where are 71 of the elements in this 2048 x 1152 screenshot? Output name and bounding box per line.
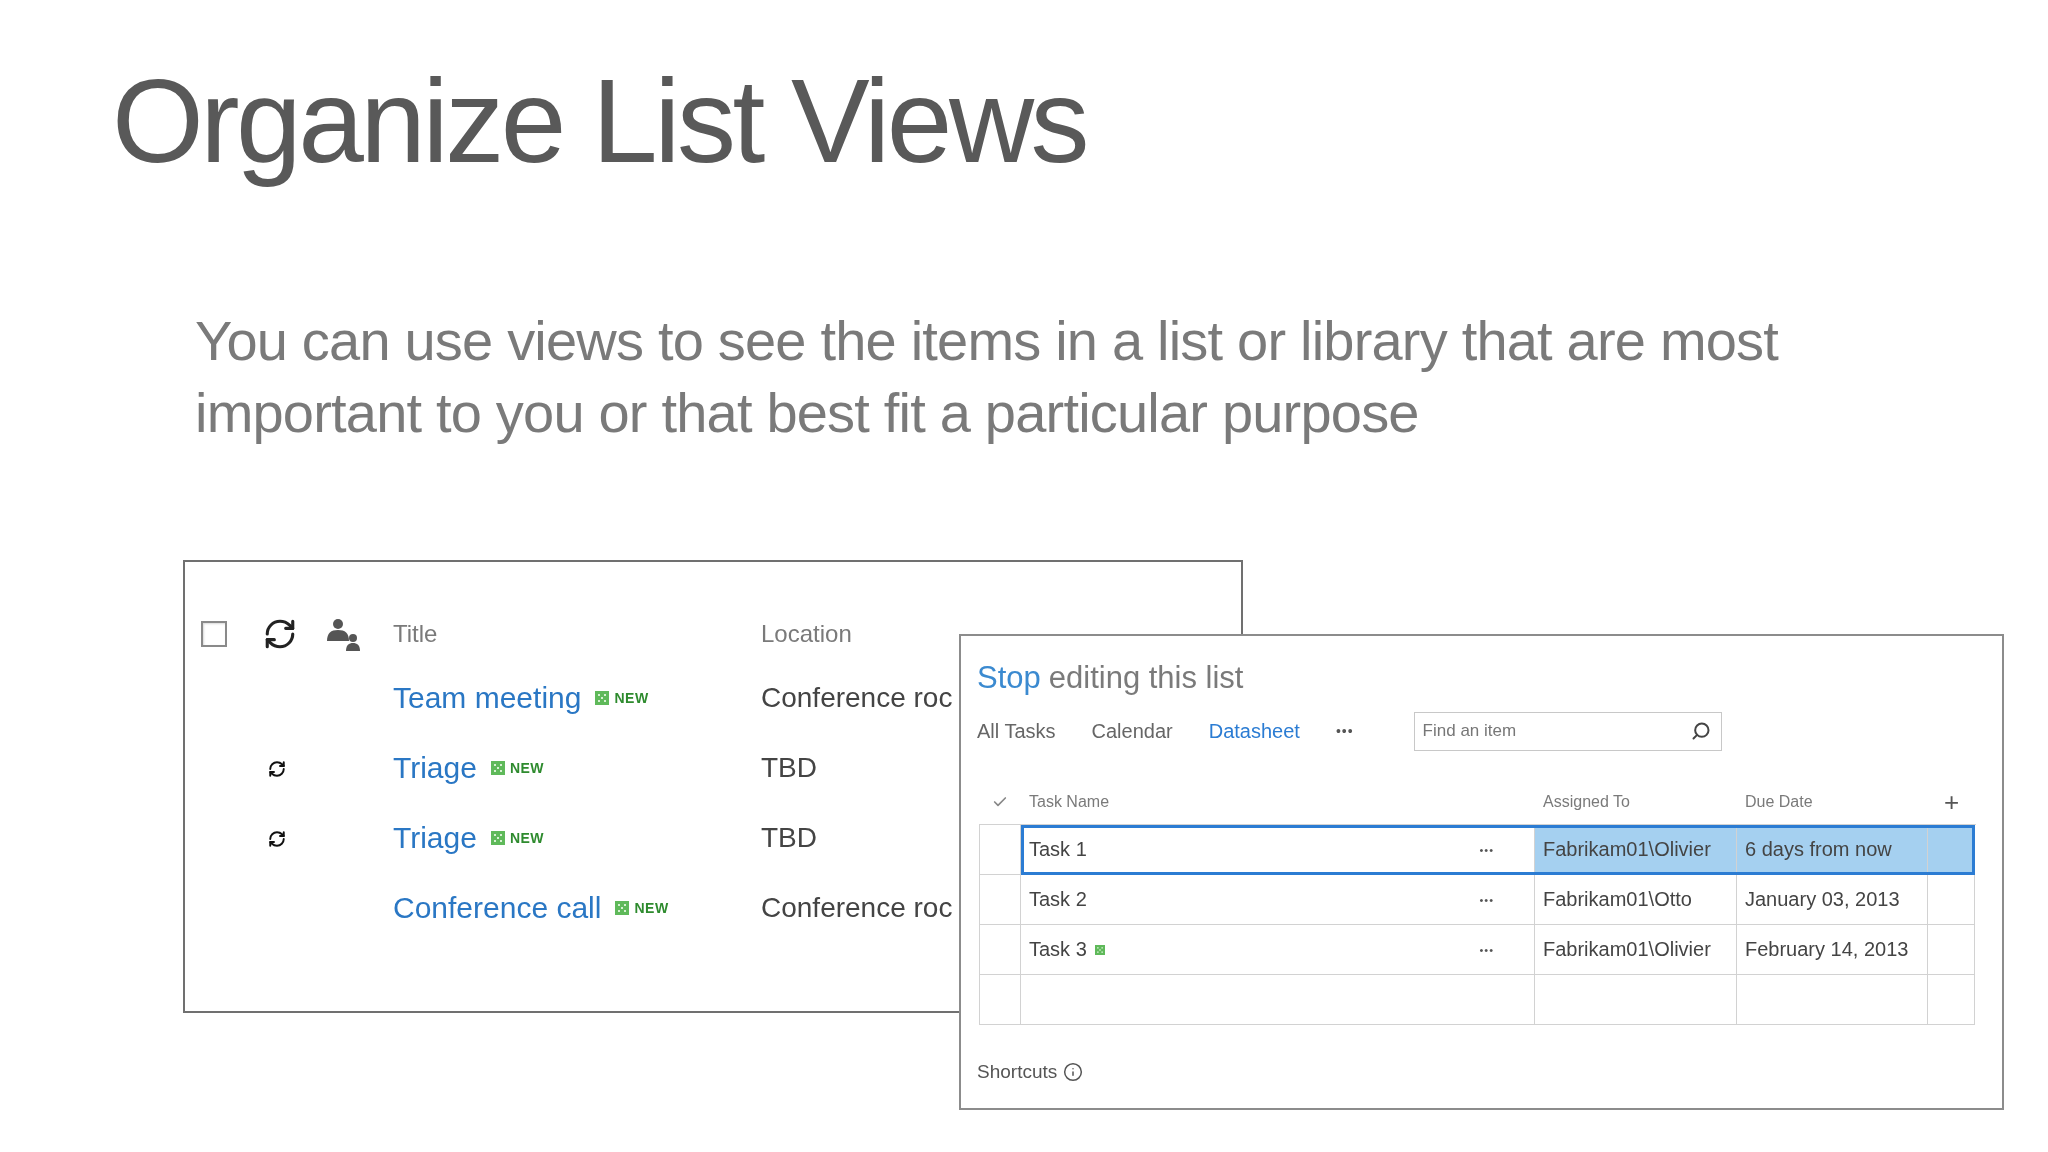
item-title-link[interactable]: Conference call [393,891,602,925]
row-selector[interactable] [980,925,1021,975]
table-cell[interactable] [1535,975,1737,1025]
refresh-icon[interactable] [263,617,297,651]
table-cell[interactable] [1737,975,1928,1025]
view-tab[interactable]: Datasheet [1208,719,1300,743]
table-cell[interactable] [1928,925,1975,975]
select-all-checkbox[interactable] [201,621,227,647]
task-name: Task 3 [1029,938,1087,961]
search-field[interactable]: Find an item [1413,711,1722,751]
table-cell[interactable] [1021,975,1535,1025]
heading-text: editing this list [1048,660,1244,696]
view-tab[interactable]: Calendar [1091,719,1173,743]
item-title-link[interactable]: Triage [393,821,477,855]
table-cell[interactable]: January 03, 2013 [1737,875,1928,925]
due-date-text: 6 days from now [1745,838,1892,861]
task-name: Task 2 [1029,888,1087,911]
assigned-to-text: Fabrikam01\Otto [1543,888,1692,911]
row-selector[interactable] [980,975,1021,1025]
location-text: TBD [761,752,817,784]
location-text: TBD [761,822,817,854]
row-selector[interactable] [980,825,1021,875]
new-icon [595,691,610,705]
task-name: Task 1 [1029,838,1087,861]
column-header[interactable]: Assigned To [1543,793,1630,811]
view-tab[interactable]: All Tasks [977,719,1056,743]
table-cell[interactable]: Fabrikam01\Otto [1535,875,1737,925]
assigned-to-text: Fabrikam01\Olivier [1543,938,1711,961]
table-cell[interactable] [1928,975,1975,1025]
table-cell[interactable] [1928,875,1975,925]
item-menu-button[interactable]: ••• [1479,843,1494,856]
add-column-button[interactable]: + [1943,789,1960,815]
column-header[interactable]: Location [761,620,852,648]
column-header[interactable]: Task Name [1029,793,1110,811]
shortcuts-link[interactable]: Shortcuts [977,1061,1058,1083]
location-text: Conference roc [761,682,953,714]
table-row[interactable]: Task 3 ••• Fabrikam01\Olivier February 14, 2013 [1021,925,1975,975]
table-cell[interactable]: February 14, 2013 [1737,925,1928,975]
due-date-text: January 03, 2013 [1745,888,1900,911]
row-selector[interactable] [980,875,1021,925]
people-icon[interactable] [326,617,360,651]
new-icon [615,901,630,915]
info-icon[interactable] [1063,1062,1084,1082]
item-title-link[interactable]: Triage [393,751,477,785]
table-cell[interactable]: Task 2 ••• [1021,875,1535,925]
table-cell[interactable] [1928,825,1975,875]
new-badge-label: NEW [509,830,545,846]
column-header[interactable]: Due Date [1745,793,1813,811]
item-menu-button[interactable]: ••• [1479,893,1494,906]
table-row[interactable]: Task 2 ••• Fabrikam01\Otto January 03, 2013 [1021,875,1975,925]
new-icon [490,831,505,845]
column-header[interactable]: Title [393,620,438,648]
search-icon[interactable] [1690,720,1711,741]
slide-title: Organize List Views [112,54,1087,189]
due-date-text: February 14, 2013 [1745,938,1909,961]
table-row[interactable]: Task 1 ••• Fabrikam01\Olivier 6 days from now [1021,825,1975,875]
table-cell[interactable]: Fabrikam01\Olivier [1535,925,1737,975]
table-cell[interactable]: Task 3 ••• [1021,925,1535,975]
new-icon [490,761,505,775]
new-badge-label: NEW [614,690,649,706]
item-title-link[interactable]: Team meeting [393,681,582,715]
table-cell[interactable]: 6 days from now [1737,825,1928,875]
stop-editing-link[interactable]: Stop [977,660,1041,696]
new-badge-label: NEW [509,760,545,776]
new-badge-label: NEW [634,900,669,916]
item-menu-button[interactable]: ••• [1479,943,1494,956]
location-text: Conference roc [761,892,953,924]
table-cell[interactable]: Fabrikam01\Olivier [1535,825,1737,875]
slide-body-text: You can use views to see the items in a list or library that are most important to you or that best fit a particular purpose [195,308,1780,446]
assigned-to-text: Fabrikam01\Olivier [1543,838,1711,861]
more-views-button[interactable]: ••• [1335,723,1354,739]
